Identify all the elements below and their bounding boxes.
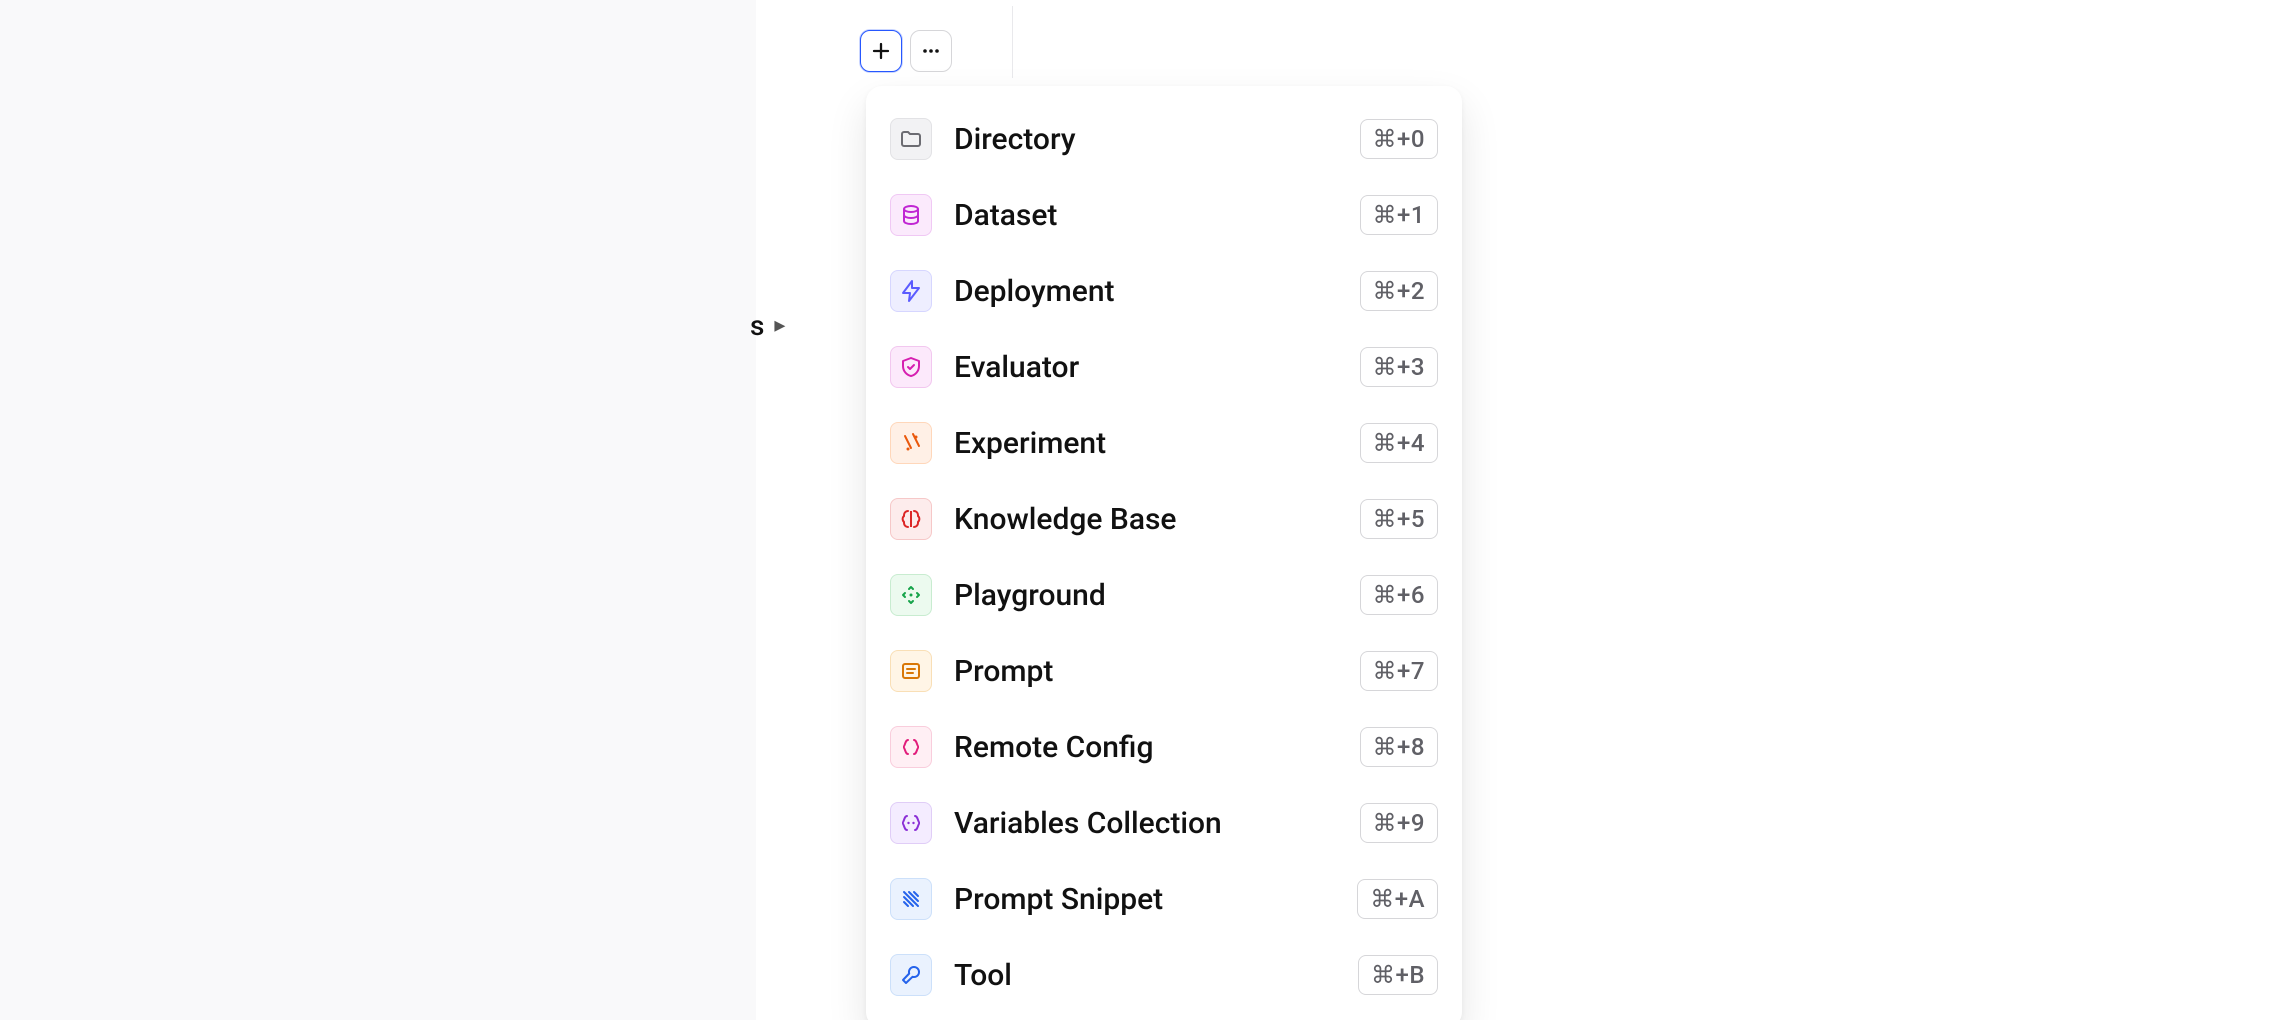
menu-item-shortcut: ⌘+5: [1360, 499, 1438, 539]
menu-item-label: Dataset: [954, 198, 1338, 233]
menu-item-label: Deployment: [954, 274, 1338, 309]
menu-item-label: Evaluator: [954, 350, 1338, 385]
menu-item-variables-collection[interactable]: Variables Collection ⌘+9: [884, 796, 1444, 850]
sidebar-item-label: s: [750, 312, 764, 340]
left-panel: [0, 0, 756, 1020]
playground-icon: [890, 574, 932, 616]
menu-item-shortcut: ⌘+9: [1360, 803, 1438, 843]
menu-item-label: Experiment: [954, 426, 1338, 461]
menu-item-experiment[interactable]: Experiment ⌘+4: [884, 416, 1444, 470]
menu-item-dataset[interactable]: Dataset ⌘+1: [884, 188, 1444, 242]
directory-icon: [890, 118, 932, 160]
menu-item-label: Remote Config: [954, 730, 1338, 765]
toolbar-separator: [1012, 6, 1013, 78]
menu-item-shortcut: ⌘+4: [1360, 423, 1438, 463]
more-icon: [921, 41, 941, 61]
prompt-icon: [890, 650, 932, 692]
experiment-icon: [890, 422, 932, 464]
new-resource-menu: Directory ⌘+0 Dataset ⌘+1 Deployment ⌘+2: [866, 86, 1462, 1020]
menu-item-shortcut: ⌘+B: [1358, 955, 1438, 995]
tool-icon: [890, 954, 932, 996]
menu-item-label: Playground: [954, 578, 1338, 613]
menu-item-tool[interactable]: Tool ⌘+B: [884, 948, 1444, 1002]
evaluator-icon: [890, 346, 932, 388]
menu-item-shortcut: ⌘+A: [1357, 879, 1438, 919]
menu-item-label: Tool: [954, 958, 1336, 993]
menu-item-evaluator[interactable]: Evaluator ⌘+3: [884, 340, 1444, 394]
snippet-icon: [890, 878, 932, 920]
menu-item-knowledge-base[interactable]: Knowledge Base ⌘+5: [884, 492, 1444, 546]
variables-icon: [890, 802, 932, 844]
menu-item-shortcut: ⌘+7: [1360, 651, 1438, 691]
caret-right-icon: ▸: [774, 315, 785, 337]
menu-item-shortcut: ⌘+1: [1360, 195, 1438, 235]
more-button[interactable]: [910, 30, 952, 72]
menu-item-shortcut: ⌘+8: [1360, 727, 1438, 767]
menu-item-prompt-snippet[interactable]: Prompt Snippet ⌘+A: [884, 872, 1444, 926]
menu-item-label: Prompt: [954, 654, 1338, 689]
menu-item-label: Prompt Snippet: [954, 882, 1335, 917]
menu-item-shortcut: ⌘+2: [1360, 271, 1438, 311]
plus-icon: [871, 41, 891, 61]
menu-item-label: Directory: [954, 122, 1338, 157]
menu-item-directory[interactable]: Directory ⌘+0: [884, 112, 1444, 166]
remote-config-icon: [890, 726, 932, 768]
menu-item-prompt[interactable]: Prompt ⌘+7: [884, 644, 1444, 698]
dataset-icon: [890, 194, 932, 236]
menu-item-shortcut: ⌘+0: [1360, 119, 1438, 159]
menu-item-shortcut: ⌘+3: [1360, 347, 1438, 387]
menu-item-shortcut: ⌘+6: [1360, 575, 1438, 615]
menu-item-label: Knowledge Base: [954, 502, 1338, 537]
knowledge-icon: [890, 498, 932, 540]
menu-item-remote-config[interactable]: Remote Config ⌘+8: [884, 720, 1444, 774]
menu-item-deployment[interactable]: Deployment ⌘+2: [884, 264, 1444, 318]
menu-item-label: Variables Collection: [954, 806, 1338, 841]
deployment-icon: [890, 270, 932, 312]
add-button[interactable]: [860, 30, 902, 72]
sidebar-item-fragment[interactable]: s ▸: [750, 312, 785, 340]
menu-item-playground[interactable]: Playground ⌘+6: [884, 568, 1444, 622]
